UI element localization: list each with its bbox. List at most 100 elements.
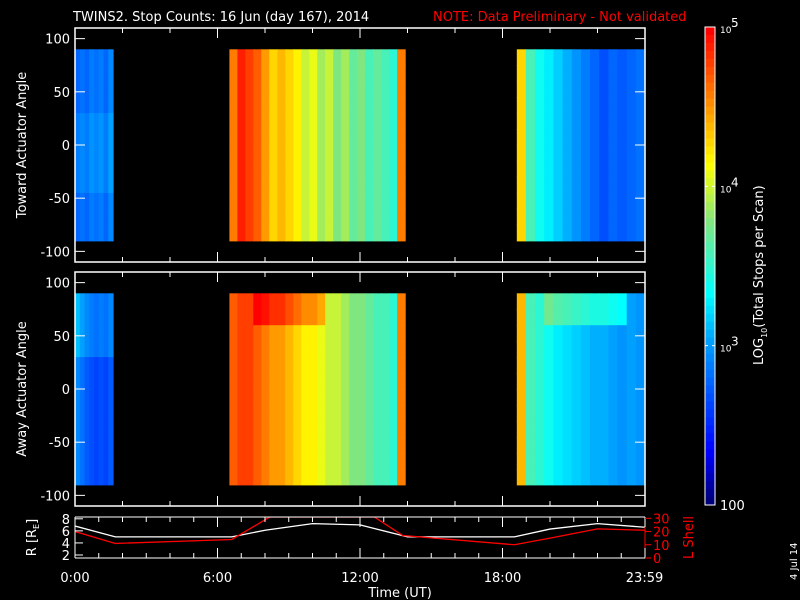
heatmap-cell xyxy=(269,224,278,242)
heatmap-cell xyxy=(269,341,278,358)
heatmap-cell xyxy=(599,49,609,66)
heatmap-cell xyxy=(253,97,262,114)
heatmap-cell xyxy=(317,357,326,374)
heatmap-cell xyxy=(75,341,81,358)
heatmap-cell xyxy=(535,161,545,178)
colorbar-step xyxy=(705,154,715,163)
heatmap-cell xyxy=(397,452,406,470)
heatmap-cell xyxy=(333,309,342,326)
heatmap-cell xyxy=(245,224,254,242)
heatmap-cell xyxy=(333,161,342,178)
heatmap-cell xyxy=(397,405,406,422)
heatmap-cell xyxy=(516,208,527,226)
heatmap-cell xyxy=(285,113,294,130)
heatmap-cell xyxy=(599,293,609,310)
heatmap-cell xyxy=(94,293,100,310)
spectrogram-figure: TWINS2. Stop Counts: 16 Jun (day 167), 2… xyxy=(15,10,800,600)
heatmap-cell xyxy=(79,113,86,130)
heatmap-cell xyxy=(89,113,95,130)
heatmap-cell xyxy=(333,192,342,210)
heatmap-cell xyxy=(285,436,294,454)
heatmap-cell xyxy=(237,452,246,470)
heatmap-cell xyxy=(75,309,81,326)
heatmap-cell xyxy=(562,309,573,326)
heatmap-cell xyxy=(608,389,619,406)
heatmap-cell xyxy=(365,97,374,114)
heatmap-cell xyxy=(317,224,326,242)
heatmap-cell xyxy=(79,452,86,470)
heatmap-cell xyxy=(580,192,591,210)
heatmap-cell xyxy=(608,405,619,422)
heatmap-cell xyxy=(269,309,278,326)
y-tick-label: 100 xyxy=(45,33,70,48)
heatmap-cell xyxy=(293,420,302,438)
heatmap-cell xyxy=(381,468,390,486)
heatmap-cell xyxy=(89,224,95,242)
heatmap-cell xyxy=(94,405,100,422)
heatmap-cell xyxy=(389,373,398,390)
heatmap-cell xyxy=(389,357,398,374)
heatmap-cell xyxy=(333,405,342,422)
heatmap-cell xyxy=(84,405,90,422)
heatmap-cell xyxy=(269,357,278,374)
heatmap-cell xyxy=(103,129,109,146)
heatmap-cell xyxy=(325,468,334,486)
heatmap-cell xyxy=(285,468,294,486)
heatmap-cell xyxy=(590,341,600,358)
heatmap-cell xyxy=(373,309,382,326)
heatmap-cell xyxy=(525,129,536,146)
heatmap-cell xyxy=(317,81,326,98)
heatmap-cell xyxy=(261,389,270,406)
heatmap-cell xyxy=(562,224,573,242)
date-stamp: 4 Jul 14 xyxy=(789,542,800,580)
heatmap-cell xyxy=(245,113,254,130)
heatmap-cell xyxy=(553,452,564,470)
heatmap-cell xyxy=(373,373,382,390)
heatmap-cell xyxy=(103,452,109,470)
heatmap-cell xyxy=(381,208,390,226)
heatmap-cell xyxy=(525,161,536,178)
heatmap-cell xyxy=(309,436,318,454)
heatmap-cell xyxy=(590,468,600,486)
heatmap-cell xyxy=(94,452,100,470)
heatmap-cell xyxy=(535,293,545,310)
heatmap-cell xyxy=(590,145,600,162)
heatmap-cell xyxy=(269,81,278,98)
heatmap-cell xyxy=(626,452,637,470)
heatmap-cell xyxy=(75,293,81,310)
heatmap-cell xyxy=(253,81,262,98)
heatmap-cell xyxy=(553,389,564,406)
heatmap-cell xyxy=(285,452,294,470)
heatmap-cell xyxy=(89,420,95,438)
heatmap-cell xyxy=(535,145,545,162)
heatmap-cell xyxy=(365,192,374,210)
heatmap-cell xyxy=(229,373,238,390)
heatmap-cell xyxy=(333,452,342,470)
heatmap-cell xyxy=(341,309,350,326)
orbit-panel: 86423020100R [RE] L Shell0:00 6:00 12:00 18:… xyxy=(25,512,697,586)
heatmap-cell xyxy=(84,192,90,210)
heatmap-cell xyxy=(381,49,390,66)
heatmap-cell xyxy=(397,341,406,358)
preliminary-note: NOTE: Data Preliminary - Not validated xyxy=(433,10,687,25)
heatmap-cell xyxy=(389,97,398,114)
heatmap-cell xyxy=(103,436,109,454)
heatmap-cell xyxy=(98,161,105,178)
heatmap-cell xyxy=(103,161,109,178)
heatmap-cell xyxy=(89,293,95,310)
heatmap-cell xyxy=(261,65,270,82)
heatmap-cell xyxy=(617,97,628,114)
heatmap-cell xyxy=(381,452,390,470)
heatmap-cell xyxy=(317,293,326,310)
heatmap-cell xyxy=(309,341,318,358)
heatmap-cell xyxy=(397,468,406,486)
heatmap-cell xyxy=(98,65,105,82)
heatmap-cell xyxy=(617,389,628,406)
heatmap-cell xyxy=(245,161,254,178)
heatmap-cell xyxy=(103,145,109,162)
heatmap-cell xyxy=(277,309,286,326)
heatmap-cell xyxy=(103,468,109,486)
heatmap-cell xyxy=(269,208,278,226)
heatmap-cell xyxy=(544,145,554,162)
heatmap-cell xyxy=(617,341,628,358)
